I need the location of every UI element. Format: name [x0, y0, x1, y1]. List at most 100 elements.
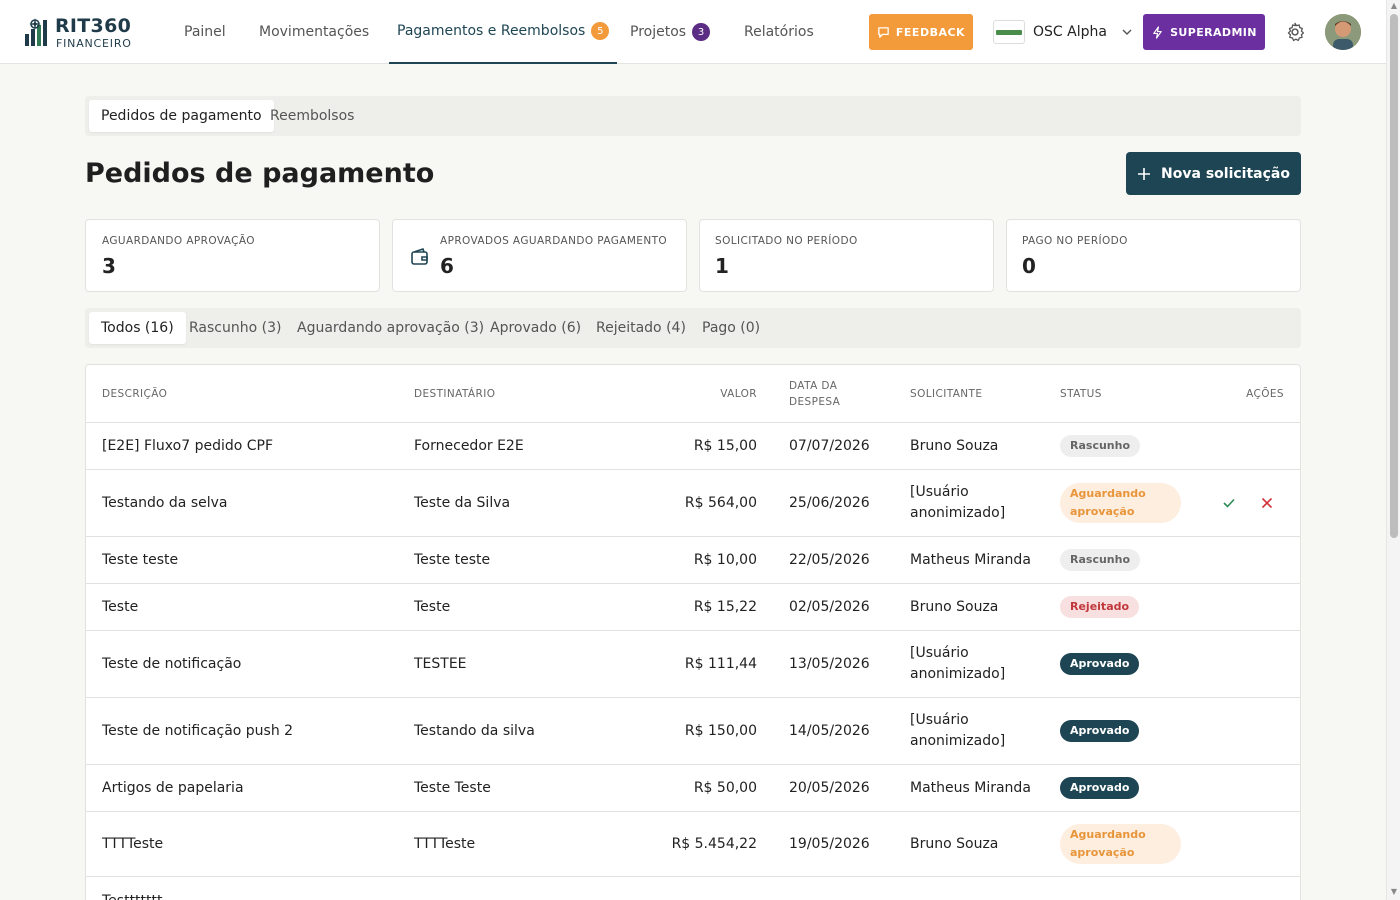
logo-chart-icon — [25, 18, 47, 46]
filter-todos[interactable]: Todos (16) — [89, 312, 186, 344]
filter-rascunho[interactable]: Rascunho (3) — [177, 312, 293, 344]
nav-label: Projetos — [630, 24, 687, 40]
table-row[interactable]: Teste Teste R$ 15,22 02/05/2026 Bruno So… — [86, 584, 1300, 631]
table-row[interactable]: Teste teste Teste teste R$ 10,00 22/05/2… — [86, 537, 1300, 584]
cell-descricao: Artigos de papelaria — [102, 779, 244, 796]
cell-status: Aprovado — [1060, 765, 1140, 811]
table-row[interactable]: Artigos de papelaria Teste Teste R$ 50,0… — [86, 765, 1300, 812]
gear-icon[interactable] — [1284, 21, 1306, 43]
cell-data: 14/05/2026 — [789, 722, 870, 739]
stat-label: AGUARDANDO APROVAÇÃO — [102, 235, 255, 247]
cell-status: Rascunho — [1060, 423, 1141, 469]
top-navbar: RIT360 FINANCEIRO Painel Movimentações P… — [0, 0, 1386, 64]
cell-destinatario: Teste Teste — [414, 779, 491, 796]
nav-badge-count: 3 — [692, 23, 711, 41]
column-header-status[interactable]: STATUS — [1060, 365, 1102, 423]
nav-pagamentos-reembolsos[interactable]: Pagamentos e Reembolsos 5 — [389, 0, 618, 64]
column-header-destinatario[interactable]: DESTINATÁRIO — [414, 365, 495, 423]
stat-value: 6 — [440, 254, 454, 278]
cell-valor: R$ 564,00 — [684, 494, 757, 511]
user-photo — [1325, 14, 1361, 50]
cell-valor: R$ 15,22 — [693, 598, 757, 615]
table-row[interactable]: TTTTeste TTTTeste R$ 5.454,22 19/05/2026… — [86, 812, 1300, 877]
superadmin-label: SUPERADMIN — [1170, 25, 1257, 39]
filter-pago[interactable]: Pago (0) — [690, 312, 772, 344]
page-scrollbar[interactable]: ▲ ▼ — [1386, 0, 1400, 900]
table-row[interactable]: Testtttttt — [86, 877, 1300, 900]
column-header-data-despesa[interactable]: DATA DA DESPESA — [789, 365, 840, 423]
column-header-valor[interactable]: VALOR — [686, 365, 757, 423]
user-avatar[interactable] — [1325, 14, 1361, 50]
plus-icon — [1138, 167, 1151, 180]
status-line: aprovação — [1070, 505, 1135, 518]
cell-status: Aprovado — [1060, 698, 1140, 764]
nav-relatorios[interactable]: Relatórios — [744, 0, 814, 64]
cell-data: 13/05/2026 — [789, 655, 870, 672]
solicitante-line: [Usuário — [910, 712, 969, 728]
new-request-button[interactable]: Nova solicitação — [1126, 152, 1301, 195]
nav-projetos[interactable]: Projetos 3 — [630, 0, 711, 64]
status-badge: Aprovado — [1060, 720, 1140, 742]
tab-pedidos-de-pagamento[interactable]: Pedidos de pagamento — [89, 100, 274, 132]
cell-status: Aguardando aprovação — [1060, 812, 1181, 876]
nav-label: Pagamentos e Reembolsos — [397, 23, 586, 39]
status-badge: Aprovado — [1060, 653, 1140, 675]
org-logo — [993, 20, 1025, 44]
app-logo[interactable]: RIT360 FINANCEIRO — [22, 14, 132, 50]
superadmin-button[interactable]: SUPERADMIN — [1143, 14, 1265, 50]
column-header-solicitante[interactable]: SOLICITANTE — [910, 365, 982, 423]
stat-value: 0 — [1022, 254, 1036, 278]
feedback-label: FEEDBACK — [895, 25, 966, 39]
status-badge: Rascunho — [1060, 435, 1141, 457]
filter-rejeitado[interactable]: Rejeitado (4) — [584, 312, 698, 344]
status-badge: Aguardando aprovação — [1060, 824, 1181, 864]
organization-selector[interactable]: OSC Alpha — [993, 17, 1133, 47]
feedback-button[interactable]: FEEDBACK — [869, 14, 973, 50]
cell-destinatario: Teste da Silva — [414, 494, 511, 511]
scroll-down-arrow[interactable]: ▼ — [1390, 888, 1398, 896]
cell-descricao: Teste — [102, 598, 139, 615]
cell-destinatario: Teste — [414, 598, 451, 615]
cell-valor: R$ 10,00 — [693, 551, 757, 568]
cell-solicitante: Matheus Miranda — [910, 779, 1031, 796]
nav-label: Painel — [184, 24, 226, 40]
cell-valor: R$ 111,44 — [684, 655, 757, 672]
cell-destinatario: TESTEE — [414, 655, 467, 672]
nav-badge-count: 5 — [591, 22, 610, 40]
scroll-up-arrow[interactable]: ▲ — [1390, 2, 1398, 10]
cell-data: 07/07/2026 — [789, 437, 870, 454]
solicitante-line: [Usuário — [910, 484, 969, 500]
solicitante-line: anonimizado] — [910, 733, 1006, 749]
cell-solicitante: Matheus Miranda — [910, 551, 1031, 568]
status-badge: Aprovado — [1060, 777, 1140, 799]
cell-descricao: Teste de notificação — [102, 655, 242, 672]
table-row[interactable]: Teste de notificação TESTEE R$ 111,44 13… — [86, 631, 1300, 698]
nav-painel[interactable]: Painel — [184, 0, 226, 64]
table-row[interactable]: Teste de notificação push 2 Testando da … — [86, 698, 1300, 765]
cell-data: 20/05/2026 — [789, 779, 870, 796]
solicitante-line: [Usuário — [910, 645, 969, 661]
cell-data: 25/06/2026 — [789, 494, 870, 511]
reject-button[interactable] — [1261, 470, 1273, 536]
logo-title: RIT360 — [55, 15, 132, 37]
stat-label: APROVADOS AGUARDANDO PAGAMENTO — [440, 235, 668, 247]
cell-status: Rejeitado — [1060, 584, 1140, 630]
tab-reembolsos[interactable]: Reembolsos — [258, 100, 366, 132]
nav-movimentacoes[interactable]: Movimentações — [259, 0, 369, 64]
approve-button[interactable] — [1222, 470, 1236, 536]
table-row[interactable]: Testando da selva Teste da Silva R$ 564,… — [86, 470, 1300, 537]
stat-value: 1 — [715, 254, 729, 278]
scrollbar-thumb[interactable] — [1390, 14, 1398, 538]
cell-solicitante: Bruno Souza — [910, 437, 999, 454]
new-request-label: Nova solicitação — [1161, 165, 1290, 182]
filter-aprovado[interactable]: Aprovado (6) — [478, 312, 593, 344]
cell-valor: R$ 150,00 — [684, 722, 757, 739]
status-badge: Rejeitado — [1060, 596, 1140, 618]
filter-aguardando-aprovacao[interactable]: Aguardando aprovação (3) — [285, 312, 496, 344]
nav-label: Movimentações — [259, 24, 370, 40]
lightning-icon — [1153, 25, 1162, 39]
table-row[interactable]: [E2E] Fluxo7 pedido CPF Fornecedor E2E R… — [86, 423, 1300, 470]
solicitante-line: anonimizado] — [910, 505, 1006, 521]
logo-subtitle: FINANCEIRO — [56, 37, 132, 50]
column-header-descricao[interactable]: DESCRIÇÃO — [102, 365, 167, 423]
